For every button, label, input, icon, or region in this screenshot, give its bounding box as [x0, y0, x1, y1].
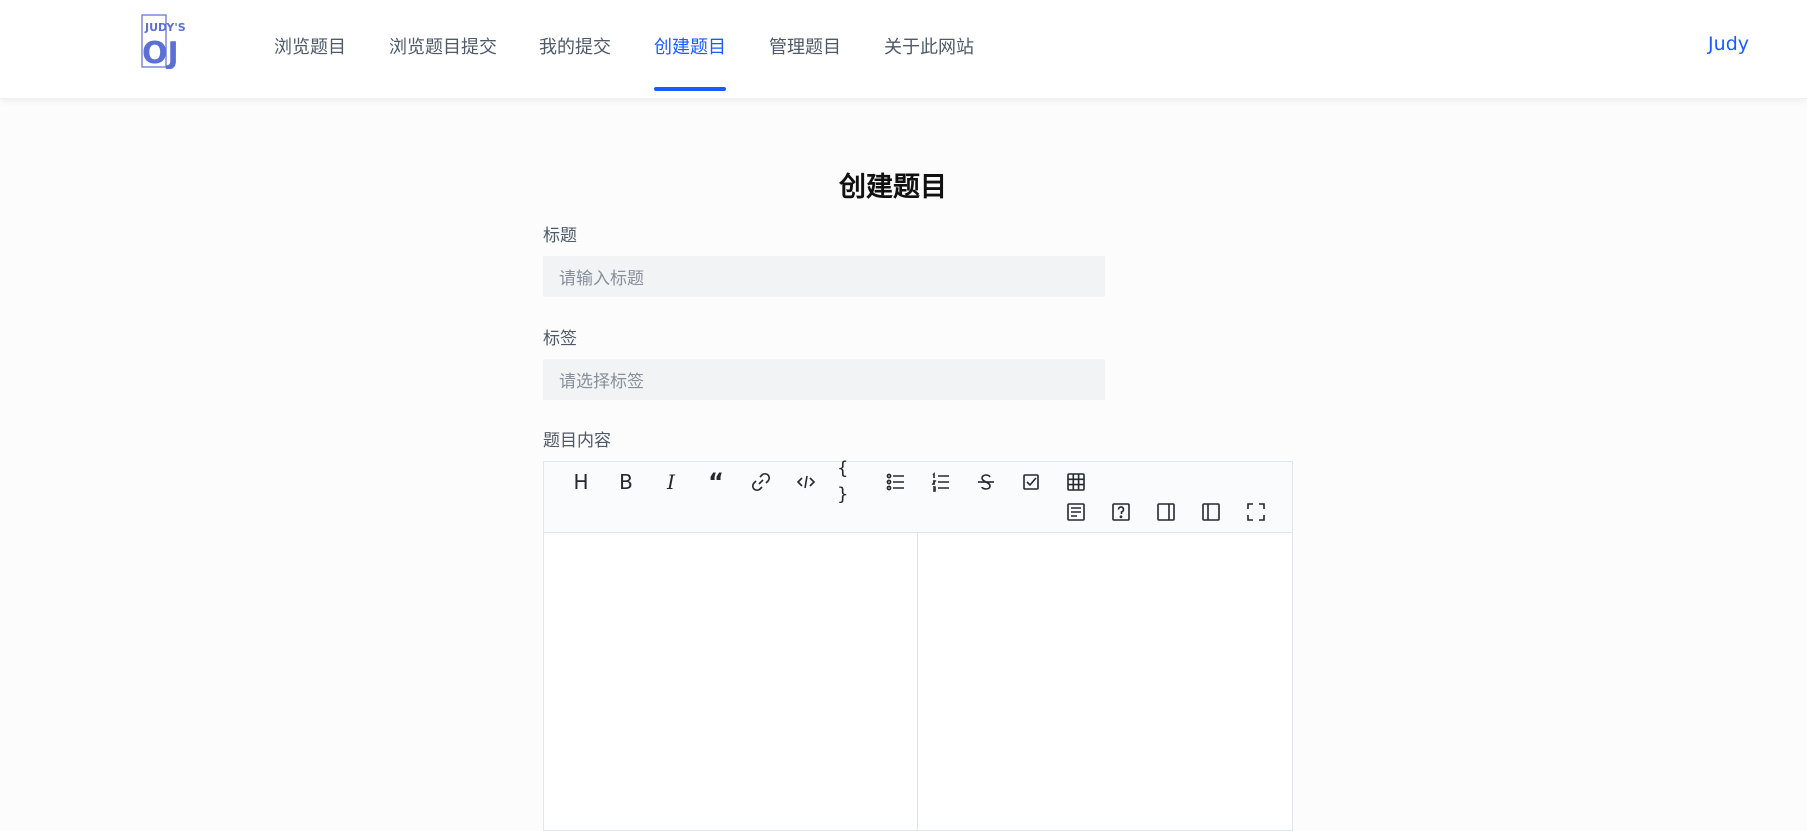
task-list-icon[interactable] — [1017, 469, 1045, 495]
italic-icon[interactable]: I — [657, 469, 685, 495]
nav-browse-problems[interactable]: 浏览题目 — [274, 33, 346, 91]
markdown-editor: H B I “ { } — [543, 458, 1293, 831]
svg-text:JUDY'S: JUDY'S — [144, 21, 186, 34]
tags-label: 标签 — [543, 329, 577, 349]
nav-create-problem[interactable]: 创建题目 — [654, 33, 726, 91]
table-icon[interactable] — [1062, 469, 1090, 495]
editor-input-pane[interactable] — [544, 533, 918, 830]
preview-only-icon[interactable] — [1152, 499, 1180, 525]
title-label: 标题 — [543, 226, 577, 246]
code-icon[interactable] — [792, 469, 820, 495]
toc-icon[interactable] — [1062, 499, 1090, 525]
code-block-icon[interactable]: { } — [837, 458, 865, 505]
strikethrough-icon[interactable] — [972, 469, 1000, 495]
help-icon[interactable] — [1107, 499, 1135, 525]
editor-toolbar: H B I “ { } — [544, 458, 1292, 533]
nav-browse-submissions[interactable]: 浏览题目提交 — [389, 33, 497, 91]
top-navbar: JUDY'S OJ 浏览题目 浏览题目提交 我的提交 创建题目 管理题目 关于此… — [0, 0, 1807, 99]
user-name[interactable]: Judy — [1708, 33, 1749, 55]
site-logo[interactable]: JUDY'S OJ — [140, 13, 192, 71]
editor-preview-pane — [919, 533, 1292, 830]
heading-icon[interactable]: H — [567, 469, 595, 495]
write-only-icon[interactable] — [1197, 499, 1225, 525]
page-title: 创建题目 — [839, 172, 947, 203]
fullscreen-icon[interactable] — [1242, 499, 1270, 525]
link-icon[interactable] — [747, 469, 775, 495]
bold-icon[interactable]: B — [612, 469, 640, 495]
tags-select[interactable]: 请选择标签 — [543, 359, 1105, 400]
nav-manage-problems[interactable]: 管理题目 — [769, 33, 841, 91]
nav-my-submissions[interactable]: 我的提交 — [539, 33, 611, 91]
unordered-list-icon[interactable] — [882, 469, 910, 495]
title-input[interactable]: 请输入标题 — [543, 256, 1105, 297]
quote-icon[interactable]: “ — [702, 469, 730, 495]
svg-text:OJ: OJ — [142, 36, 179, 69]
nav-about-site[interactable]: 关于此网站 — [884, 33, 974, 91]
content-label: 题目内容 — [543, 431, 611, 451]
ordered-list-icon[interactable] — [927, 469, 955, 495]
